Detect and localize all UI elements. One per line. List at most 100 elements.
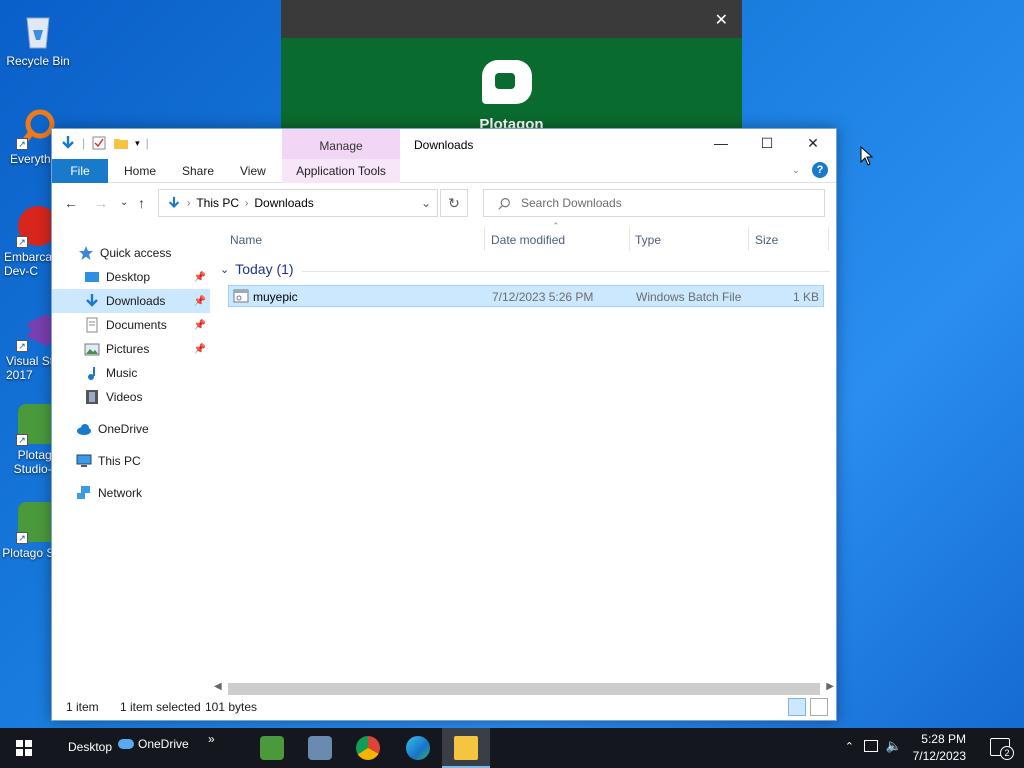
shortcut-arrow-icon: ↗ (16, 532, 28, 544)
manage-contextual-tab[interactable]: Manage (282, 129, 400, 159)
column-header-date-modified[interactable]: Date modified (491, 233, 565, 247)
group-header-today[interactable]: ⌄ Today (1) (220, 261, 294, 277)
breadcrumb-this-pc[interactable]: This PC (196, 196, 239, 210)
properties-icon[interactable] (91, 135, 107, 151)
file-date-modified: 7/12/2023 5:26 PM (492, 290, 594, 304)
nav-music[interactable]: Music (52, 361, 210, 385)
nav-network[interactable]: Network (52, 481, 210, 505)
scroll-right-arrow-icon[interactable]: ▶ (826, 681, 834, 692)
nav-label: This PC (98, 454, 141, 468)
taskbar-chrome[interactable] (344, 728, 392, 768)
quick-access-toolbar: | ▾ | (60, 135, 149, 151)
onedrive-toolbar-label[interactable]: OneDrive (138, 737, 189, 751)
title-bar[interactable]: | ▾ | Manage Downloads — ☐ ✕ (52, 129, 836, 159)
address-dropdown-chevron-icon[interactable]: ⌄ (421, 196, 431, 210)
cloud-icon (77, 424, 91, 435)
nav-label: Downloads (106, 294, 166, 308)
expand-ribbon-chevron-icon[interactable]: ⌄ (792, 165, 800, 176)
nav-label: Videos (106, 390, 143, 404)
status-bar: 1 item 1 item selected 101 bytes (52, 694, 836, 720)
table-row[interactable]: muyepic 7/12/2023 5:26 PM Windows Batch … (228, 285, 824, 307)
ribbon-right-controls: ⌄ ? (792, 162, 828, 178)
collapse-chevron-icon: ⌄ (220, 263, 230, 276)
pin-icon: 📌 (193, 271, 206, 283)
tab-application-tools[interactable]: Application Tools (282, 159, 400, 183)
file-size: 1 KB (792, 290, 819, 304)
details-view-icon[interactable] (788, 698, 806, 716)
group-label: Today (1) (235, 261, 294, 277)
qat-separator: | (82, 136, 86, 150)
star-icon (79, 246, 93, 260)
column-header-name[interactable]: Name (230, 233, 262, 247)
column-separator (484, 227, 485, 251)
column-separator (748, 227, 749, 251)
minimize-button[interactable]: — (698, 129, 744, 159)
nav-quick-access[interactable]: Quick access (52, 241, 210, 265)
windows-logo-icon (16, 740, 32, 756)
desktop-icon-label: Recycle Bin (6, 54, 70, 68)
network-icon (77, 486, 90, 499)
shortcut-arrow-icon: ↗ (16, 138, 28, 150)
desktop-toolbar-label[interactable]: Desktop (68, 740, 112, 754)
new-folder-icon[interactable] (113, 135, 129, 151)
refresh-button[interactable]: ↻ (440, 189, 468, 217)
desktop-icon-recycle-bin[interactable]: Recycle Bin (2, 10, 74, 68)
volume-muted-icon[interactable]: 🔈 (886, 738, 902, 754)
nav-onedrive[interactable]: OneDrive (52, 417, 210, 441)
nav-videos[interactable]: Videos (52, 385, 210, 409)
nav-documents[interactable]: Documents 📌 (52, 313, 210, 337)
splash-close-button[interactable]: ✕ (715, 10, 728, 30)
nav-pictures[interactable]: Pictures 📌 (52, 337, 210, 361)
desktop-folder-icon (85, 272, 99, 282)
tab-home[interactable]: Home (112, 159, 168, 183)
large-icons-view-icon[interactable] (810, 698, 828, 716)
tray-overflow-chevron-icon[interactable]: ⌃ (845, 740, 854, 753)
computer-icon (76, 454, 92, 467)
file-explorer-window: | ▾ | Manage Downloads — ☐ ✕ File Home S… (51, 128, 837, 721)
close-button[interactable]: ✕ (790, 129, 836, 159)
qat-dropdown-icon[interactable]: ▾ (135, 138, 140, 149)
batch-file-icon (233, 289, 249, 303)
download-arrow-icon (62, 136, 74, 149)
back-arrow-icon[interactable]: ← (64, 195, 78, 211)
nav-downloads[interactable]: Downloads 📌 (52, 289, 210, 313)
pin-icon: 📌 (193, 295, 206, 307)
taskbar-plotagon[interactable] (248, 728, 296, 768)
tab-view[interactable]: View (228, 159, 278, 183)
tab-share[interactable]: Share (170, 159, 226, 183)
breadcrumb-downloads[interactable]: Downloads (254, 196, 313, 210)
pin-icon: 📌 (193, 343, 206, 355)
maximize-button[interactable]: ☐ (744, 129, 790, 159)
toolbar-overflow-chevron-icon[interactable]: » (208, 732, 215, 746)
recent-locations-chevron-icon[interactable]: ⌄ (120, 197, 128, 208)
start-button[interactable] (0, 728, 48, 768)
taskbar-edge[interactable] (394, 728, 442, 768)
nav-this-pc[interactable]: This PC (52, 449, 210, 473)
file-type: Windows Batch File (636, 290, 742, 304)
sort-chevron-icon: ⌃ (552, 221, 560, 231)
taskbar-file-explorer[interactable] (442, 728, 490, 768)
search-input[interactable]: Search Downloads (521, 196, 622, 210)
forward-arrow-icon[interactable]: → (94, 195, 108, 211)
help-icon[interactable]: ? (812, 162, 828, 178)
caption-buttons: — ☐ ✕ (698, 129, 836, 159)
tab-file[interactable]: File (52, 159, 108, 183)
refresh-icon: ↻ (448, 195, 460, 211)
film-strip-icon (86, 390, 98, 404)
scroll-left-arrow-icon[interactable]: ◀ (214, 681, 222, 692)
monitor-icon (308, 736, 332, 760)
edge-icon (406, 736, 430, 760)
breadcrumb-separator-icon: › (245, 197, 249, 209)
taskbar: Desktop OneDrive » ⌃ 🔈 5:28 PM 7/12/2023… (0, 728, 1024, 768)
taskbar-network-settings[interactable] (296, 728, 344, 768)
column-header-type[interactable]: Type (635, 233, 661, 247)
search-box[interactable]: Search Downloads (483, 189, 825, 217)
column-header-size[interactable]: Size (755, 233, 778, 247)
plotagon-logo-icon (482, 60, 532, 104)
up-arrow-icon[interactable]: ↑ (138, 195, 145, 211)
address-bar[interactable]: › This PC › Downloads ⌄ (158, 189, 438, 217)
network-status-icon[interactable] (864, 740, 878, 752)
clock[interactable]: 5:28 PM 7/12/2023 (913, 731, 966, 765)
nav-desktop[interactable]: Desktop 📌 (52, 265, 210, 289)
search-icon (498, 197, 510, 210)
